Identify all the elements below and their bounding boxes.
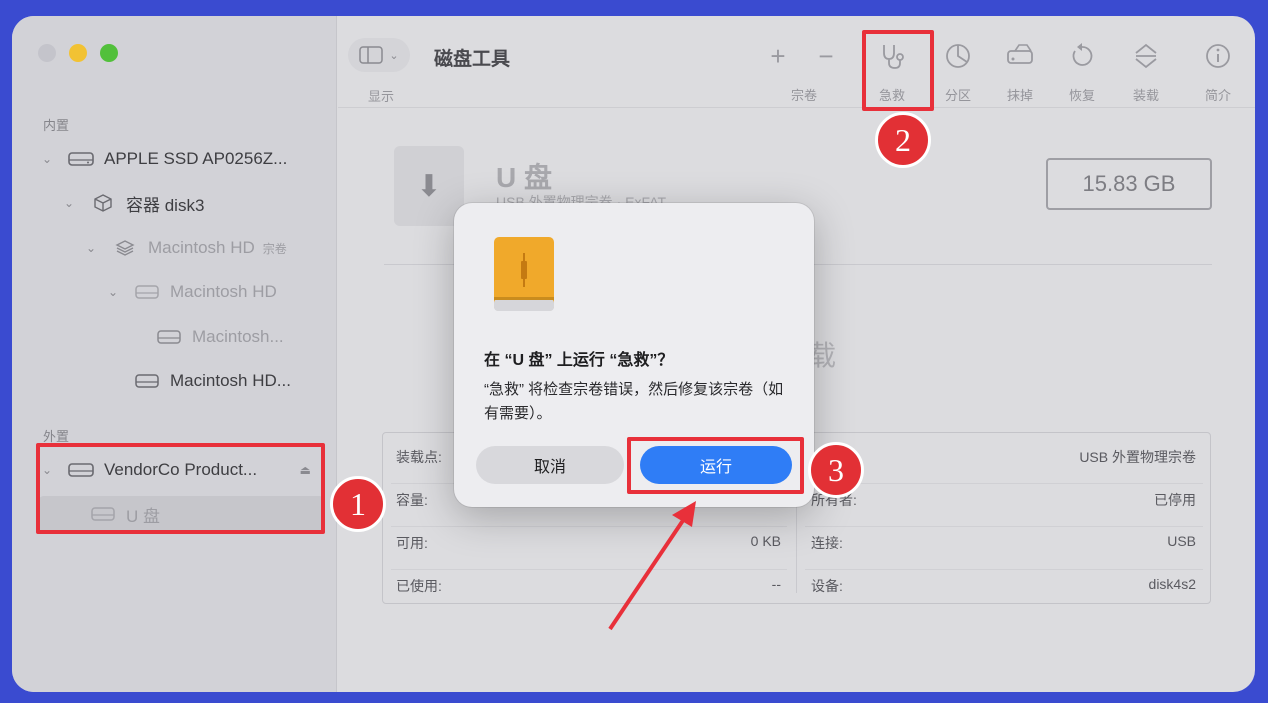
divider — [805, 526, 1203, 527]
sidebar-item-macintosh-hd-volume[interactable]: ⌄ Macintosh HD 宗卷 — [84, 236, 287, 260]
external-drive-icon — [494, 237, 554, 311]
disk-large-icon: ⬇ — [394, 146, 464, 226]
sidebar-item-macintosh-hd[interactable]: ⌄ Macintosh HD — [106, 280, 277, 304]
info-value: 已停用 — [1154, 492, 1196, 508]
chevron-down-icon: ⌄ — [389, 49, 399, 62]
info-key: 可用: — [396, 535, 428, 551]
sidebar-item-apple-ssd[interactable]: ⌄ APPLE SSD AP0256Z... — [40, 147, 287, 171]
erase-button[interactable] — [994, 32, 1046, 80]
sidebar-icon — [359, 46, 384, 64]
info-row-used: 已使用: -- — [396, 576, 781, 596]
step-badge-1: 1 — [330, 476, 386, 532]
drive-icon — [156, 328, 182, 346]
info-button[interactable] — [1192, 32, 1244, 80]
divider — [805, 569, 1203, 570]
sidebar-item-label: Macintosh HD... — [170, 371, 291, 390]
dialog-message: “急救” 将检查宗卷错误，然后修复该宗卷（如有需要）。 — [484, 381, 784, 422]
arrow-icon — [608, 501, 696, 631]
highlight-box-step3 — [627, 437, 804, 494]
info-row-owners: 所有者: 已停用 — [811, 490, 1196, 510]
sidebar-item-macintosh-snapshot[interactable]: Macintosh... — [156, 325, 284, 349]
info-row-available: 可用: 0 KB — [396, 533, 781, 553]
restore-button[interactable] — [1056, 32, 1108, 80]
container-box-icon — [90, 194, 116, 212]
info-row-connection: 连接: USB — [811, 533, 1196, 553]
chevron-down-icon[interactable]: ⌄ — [40, 152, 54, 166]
partition-label: 分区 — [944, 88, 971, 103]
chevron-down-icon[interactable]: ⌄ — [84, 241, 98, 255]
plus-icon: + — [770, 40, 786, 71]
highlight-box-step1 — [36, 443, 325, 534]
sidebar-item-label: APPLE SSD AP0256Z... — [104, 149, 288, 168]
internal-section-label: 内置 — [43, 118, 70, 133]
info-row-type: USB 外置物理宗卷 — [811, 447, 1196, 467]
mount-label: 装载 — [1132, 88, 1159, 103]
sidebar-item-label: 容器 disk3 — [126, 195, 205, 215]
close-window-button[interactable] — [38, 44, 56, 62]
sidebar-item-label: Macintosh HD — [148, 238, 255, 257]
chevron-down-icon[interactable]: ⌄ — [106, 285, 120, 299]
info-value: USB 外置物理宗卷 — [1079, 449, 1196, 465]
remove-volume-button[interactable]: − — [800, 32, 852, 80]
disk-size: 15.83 GB — [1046, 158, 1212, 210]
info-key: 容量: — [396, 492, 428, 508]
info-key: 连接: — [811, 535, 843, 551]
drive-icon — [68, 150, 94, 168]
partition-button[interactable] — [932, 32, 984, 80]
info-key: 装载点: — [396, 449, 442, 465]
info-key: 设备: — [811, 578, 843, 594]
view-toggle-button[interactable]: ⌄ — [348, 38, 410, 72]
pie-chart-icon — [946, 44, 970, 68]
highlight-box-step2 — [862, 30, 934, 111]
step-badge-3: 3 — [808, 442, 864, 498]
info-value: USB — [1167, 533, 1196, 549]
app-title: 磁盘工具 — [434, 49, 511, 70]
zoom-window-button[interactable] — [100, 44, 118, 62]
layers-icon — [112, 239, 138, 257]
info-row-device: 设备: disk4s2 — [811, 576, 1196, 596]
cancel-button[interactable]: 取消 — [476, 446, 624, 484]
erase-label: 抹掉 — [1006, 88, 1033, 103]
divider — [805, 483, 1203, 484]
mount-icon — [1135, 43, 1157, 69]
download-arrow-icon: ⬇ — [416, 169, 442, 203]
disk-name: U 盘 — [496, 162, 553, 193]
sidebar: 内置 ⌄ APPLE SSD AP0256Z... ⌄ 容器 disk3 ⌄ M… — [12, 16, 337, 692]
sidebar-item-container[interactable]: ⌄ 容器 disk3 — [62, 191, 204, 215]
sidebar-item-macintosh-hd-data[interactable]: Macintosh HD... — [134, 369, 291, 393]
info-value: -- — [771, 576, 781, 592]
divider — [391, 569, 787, 570]
mount-button[interactable] — [1120, 32, 1172, 80]
add-volume-button[interactable]: + — [752, 32, 804, 80]
divider — [391, 526, 787, 527]
chevron-down-icon[interactable]: ⌄ — [62, 196, 76, 210]
sidebar-item-label: Macintosh HD — [170, 282, 277, 301]
toolbar: ⌄ 显示 磁盘工具 + − 宗卷 急救 分区 抹掉 恢复 装载 简介 — [338, 16, 1255, 108]
view-label: 显示 — [368, 89, 395, 104]
minus-icon: − — [818, 40, 834, 71]
sidebar-item-label: Macintosh... — [192, 327, 284, 346]
info-label: 简介 — [1204, 88, 1231, 103]
restore-icon — [1072, 43, 1093, 66]
minimize-window-button[interactable] — [69, 44, 87, 62]
dialog-title: 在 “U 盘” 上运行 “急救”？ — [484, 352, 674, 369]
restore-label: 恢复 — [1068, 88, 1095, 103]
drive-icon — [134, 372, 160, 390]
volume-label: 宗卷 — [790, 88, 817, 103]
drive-icon — [134, 283, 160, 301]
info-key: 已使用: — [396, 578, 442, 594]
erase-drive-icon — [1007, 44, 1033, 64]
info-icon — [1206, 44, 1230, 68]
sidebar-item-sublabel: 宗卷 — [262, 241, 287, 256]
info-value: 0 KB — [750, 533, 781, 549]
info-value: disk4s2 — [1148, 576, 1196, 592]
step-badge-2: 2 — [875, 112, 931, 168]
